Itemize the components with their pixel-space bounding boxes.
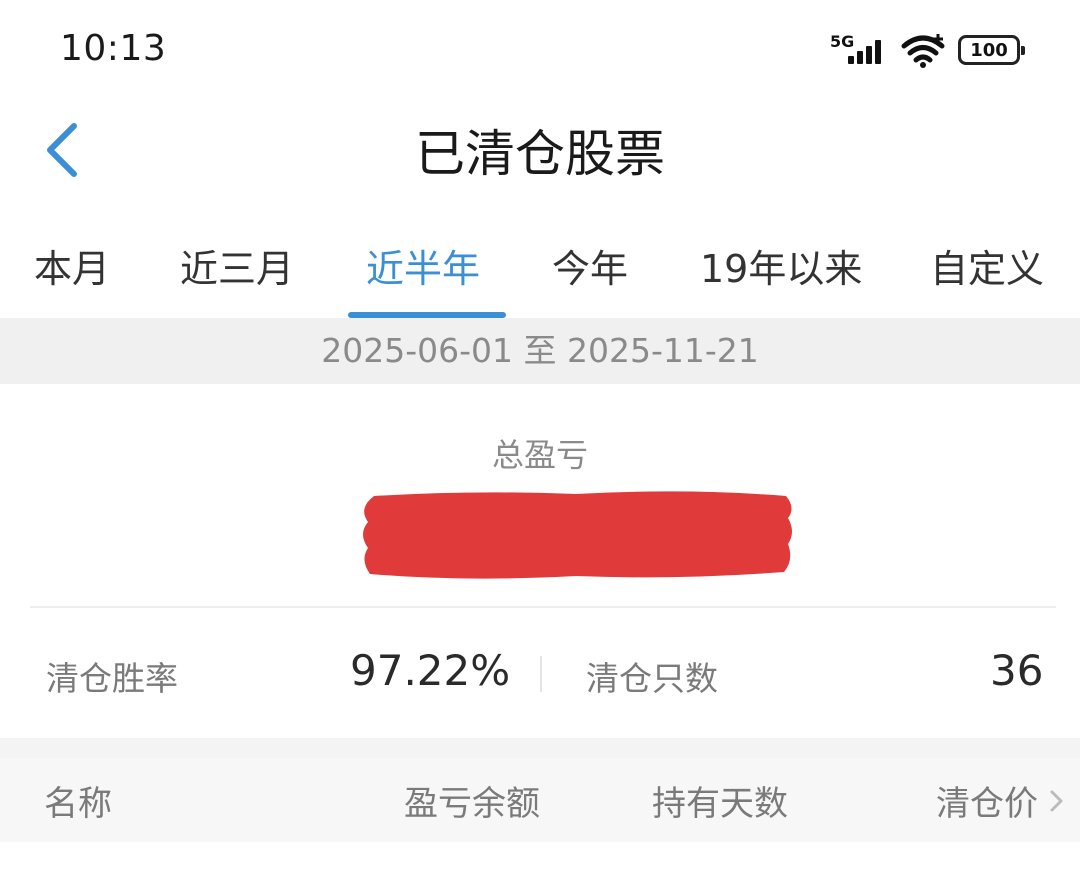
status-time: 10:13 — [60, 28, 167, 69]
total-pnl-label: 总盈亏 — [491, 436, 588, 474]
page-title: 已清仓股票 — [415, 125, 665, 183]
wifi-icon — [901, 34, 945, 68]
tab-this-year[interactable]: 今年 — [552, 238, 628, 293]
status-icons: 5G 100 — [830, 30, 1025, 70]
column-holding-days[interactable]: 持有天数 — [652, 776, 788, 825]
cleared-count-label: 清仓只数 — [586, 659, 718, 698]
redaction-mark — [363, 491, 792, 579]
date-range: 2025-06-01 至 2025-11-21 — [0, 318, 1080, 384]
column-name[interactable]: 名称 — [44, 776, 112, 825]
tab-since-2019[interactable]: 19年以来 — [700, 238, 862, 293]
signal-icon: 5G — [830, 32, 888, 68]
network-type: 5G — [830, 32, 855, 51]
column-pnl-balance[interactable]: 盈亏余额 — [404, 776, 540, 825]
stats-row: 清仓胜率 97.22% 清仓只数 36 — [0, 610, 1080, 736]
column-clear-price[interactable]: 清仓价 — [936, 776, 1038, 825]
tab-last-half-year[interactable]: 近半年 — [366, 238, 480, 293]
battery-icon: 100 — [958, 35, 1025, 65]
tab-last-three-months[interactable]: 近三月 — [180, 238, 294, 293]
nav-header: 已清仓股票 — [0, 100, 1080, 200]
win-rate-value: 97.22% — [350, 646, 511, 695]
table-header: 名称 盈亏余额 持有天数 清仓价 — [0, 758, 1080, 842]
tab-this-month[interactable]: 本月 — [34, 238, 110, 293]
win-rate-label: 清仓胜率 — [46, 659, 178, 698]
status-bar: 10:13 5G 100 — [0, 0, 1080, 100]
chevron-right-icon[interactable] — [1046, 788, 1066, 814]
cleared-count-value: 36 — [990, 646, 1044, 695]
section-gap — [0, 738, 1080, 758]
period-tabs: 本月 近三月 近半年 今年 19年以来 自定义 — [0, 228, 1080, 318]
divider — [30, 606, 1056, 608]
stats-separator — [540, 656, 542, 692]
battery-level: 100 — [970, 39, 1008, 61]
tab-custom[interactable]: 自定义 — [930, 238, 1044, 293]
